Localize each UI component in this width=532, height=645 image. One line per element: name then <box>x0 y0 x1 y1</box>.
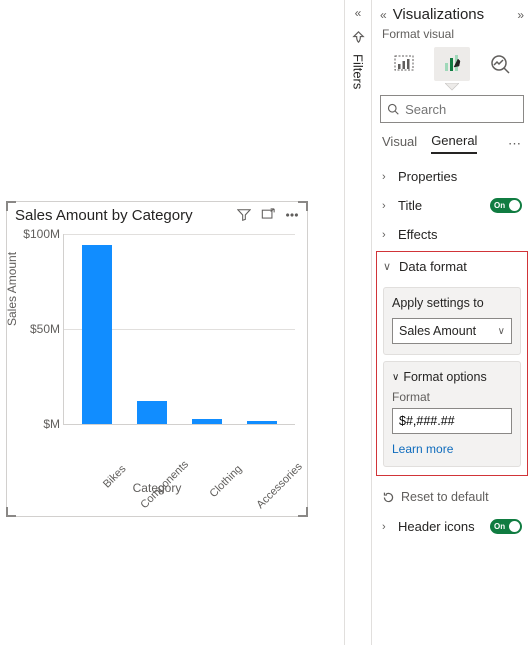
y-axis-label: Sales Amount <box>5 252 19 326</box>
filters-icon[interactable] <box>351 30 366 48</box>
chevron-down-icon: ∨ <box>498 326 505 337</box>
search-icon <box>387 102 399 116</box>
bar-bikes[interactable] <box>82 245 112 424</box>
x-axis-label: Category <box>7 481 307 495</box>
collapse-filters-icon[interactable]: « <box>355 6 362 20</box>
section-properties[interactable]: › Properties <box>372 162 532 191</box>
tab-general[interactable]: General <box>431 133 477 154</box>
search-box[interactable] <box>380 95 524 123</box>
apply-settings-value: Sales Amount <box>399 324 476 338</box>
apply-settings-title: Apply settings to <box>392 296 512 310</box>
bar-accessories[interactable] <box>247 421 277 424</box>
section-data-format[interactable]: ∨ Data format <box>377 252 527 281</box>
pane-subtitle: Format visual <box>372 27 532 47</box>
analytics-tab[interactable] <box>482 47 518 81</box>
learn-more-link[interactable]: Learn more <box>392 442 512 456</box>
chart-header: Sales Amount by Category <box>7 202 307 226</box>
collapse-pane-icon[interactable]: « <box>380 8 387 22</box>
format-options-card: ∨ Format options Format Learn more <box>383 361 521 467</box>
chevron-right-icon: › <box>382 229 394 241</box>
focus-mode-icon[interactable] <box>259 206 277 224</box>
section-header-icons[interactable]: › Header icons On <box>372 512 532 541</box>
section-title[interactable]: › Title On <box>372 191 532 220</box>
filters-pane-collapsed[interactable]: « Filters <box>344 0 372 645</box>
format-input[interactable] <box>392 408 512 434</box>
build-visual-tab[interactable] <box>386 47 422 81</box>
tab-visual[interactable]: Visual <box>382 134 417 153</box>
filter-icon[interactable] <box>235 206 253 224</box>
bar-clothing[interactable] <box>192 419 222 424</box>
tabs-more-icon[interactable]: ⋯ <box>508 136 522 152</box>
section-effects[interactable]: › Effects <box>372 220 532 249</box>
filters-label: Filters <box>351 54 366 89</box>
resize-handle-bl[interactable] <box>6 507 16 517</box>
report-canvas[interactable]: Sales Amount by Category Sales Amount $1… <box>0 0 344 645</box>
reset-to-default[interactable]: Reset to default <box>372 482 532 512</box>
x-labels: Bikes Components Clothing Accessories <box>63 455 295 467</box>
chevron-right-icon: › <box>382 171 394 183</box>
title-toggle[interactable]: On <box>490 198 522 213</box>
resize-handle-tr[interactable] <box>298 201 308 211</box>
chevron-down-icon: ∨ <box>383 260 395 273</box>
header-icons-toggle[interactable]: On <box>490 519 522 534</box>
y-tick: $100M <box>12 227 60 241</box>
bar-components[interactable] <box>137 401 167 424</box>
pane-title: Visualizations <box>393 6 518 23</box>
format-sub-tabs: Visual General ⋯ <box>372 133 532 162</box>
y-tick: $M <box>12 417 60 431</box>
resize-handle-br[interactable] <box>298 507 308 517</box>
format-mode-tabs <box>372 47 532 85</box>
chevron-right-icon: › <box>382 200 394 212</box>
expand-pane-icon[interactable]: » <box>517 8 524 22</box>
active-tab-pointer <box>372 83 532 93</box>
y-tick: $50M <box>12 322 60 336</box>
chevron-down-icon: ∨ <box>392 372 399 383</box>
pane-header: « Visualizations » <box>372 0 532 27</box>
chart-title: Sales Amount by Category <box>15 207 229 224</box>
resize-handle-tl[interactable] <box>6 201 16 211</box>
apply-settings-card: Apply settings to Sales Amount ∨ <box>383 287 521 355</box>
chart-visual[interactable]: Sales Amount by Category Sales Amount $1… <box>6 201 308 517</box>
search-input[interactable] <box>405 102 517 117</box>
format-visual-tab[interactable] <box>434 47 470 81</box>
format-options-header[interactable]: ∨ Format options <box>392 370 512 384</box>
chart-body: Sales Amount $100M $50M $M Bikes Compone… <box>7 226 307 501</box>
data-format-highlight: ∨ Data format Apply settings to Sales Am… <box>376 251 528 476</box>
reset-icon <box>382 491 395 504</box>
plot-area: $100M $50M $M <box>63 234 295 425</box>
apply-settings-select[interactable]: Sales Amount ∨ <box>392 318 512 344</box>
bars <box>64 234 295 424</box>
chevron-right-icon: › <box>382 521 394 533</box>
visualizations-pane: « Visualizations » Format visual Visual … <box>372 0 532 645</box>
format-field-label: Format <box>392 390 512 404</box>
